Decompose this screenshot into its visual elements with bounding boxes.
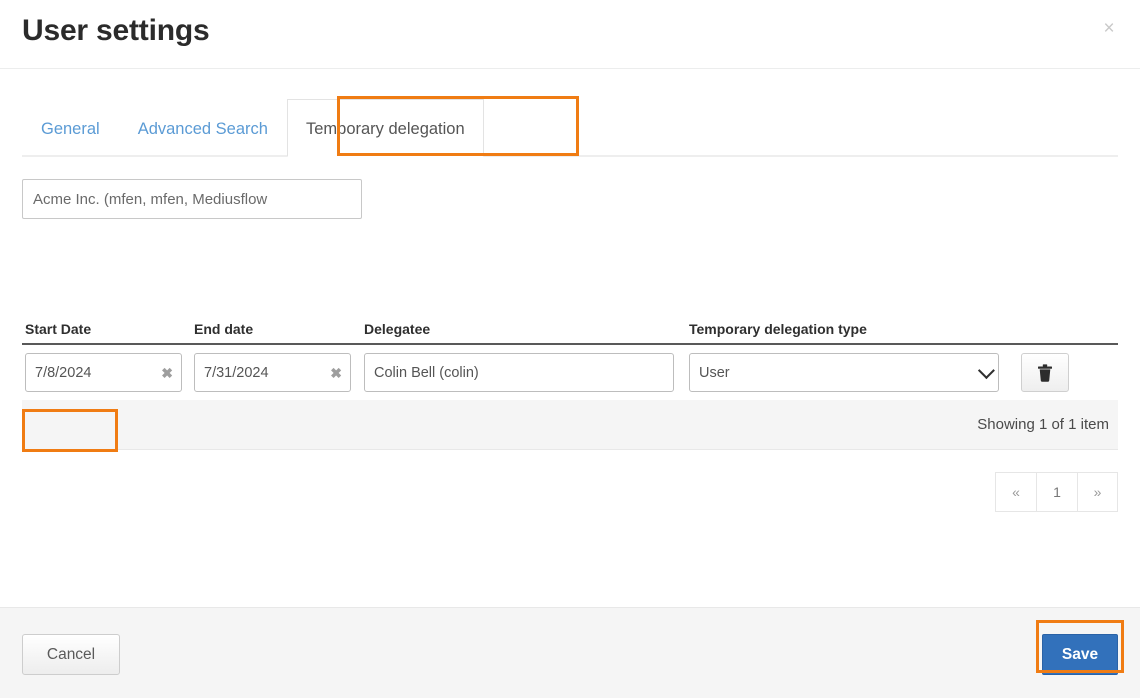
- tab-temporary-delegation[interactable]: Temporary delegation: [287, 99, 484, 157]
- cancel-button[interactable]: Cancel: [22, 634, 120, 675]
- table-summary: Showing 1 of 1 item: [22, 400, 1118, 450]
- page-title: User settings: [22, 14, 209, 48]
- table-header-row: Start Date End date Delegatee Temporary …: [22, 307, 1118, 345]
- close-icon[interactable]: ×: [1100, 20, 1118, 38]
- end-date-input[interactable]: 7/31/2024 ✖: [194, 353, 351, 392]
- start-date-input[interactable]: 7/8/2024 ✖: [25, 353, 182, 392]
- cell-end-date: 7/31/2024 ✖: [194, 353, 364, 392]
- dialog-footer: Cancel Save: [0, 607, 1140, 698]
- delegatee-value: Colin Bell (colin): [374, 365, 479, 381]
- save-button[interactable]: Save: [1042, 634, 1118, 675]
- delegation-table: Start Date End date Delegatee Temporary …: [22, 307, 1118, 512]
- table-summary-text: Showing 1 of 1 item: [977, 416, 1109, 433]
- column-header-delegatee: Delegatee: [364, 321, 689, 337]
- cell-delegation-type: User: [689, 353, 1118, 392]
- tab-general[interactable]: General: [22, 99, 119, 157]
- delegation-type-value: User: [699, 365, 730, 381]
- chevron-down-icon: [978, 362, 995, 379]
- delete-row-button[interactable]: [1021, 353, 1069, 392]
- company-search-input[interactable]: [22, 179, 362, 219]
- user-settings-dialog: User settings × General Advanced Search …: [0, 0, 1140, 698]
- cell-start-date: 7/8/2024 ✖: [22, 353, 194, 392]
- dialog-body: ✚ Add Start Date End date Delegatee Temp…: [0, 157, 1140, 607]
- dialog-header: User settings ×: [0, 0, 1140, 69]
- start-date-value: 7/8/2024: [35, 365, 91, 381]
- tab-advanced-search[interactable]: Advanced Search: [119, 99, 287, 157]
- end-date-value: 7/31/2024: [204, 365, 269, 381]
- table-row: 7/8/2024 ✖ 7/31/2024 ✖ Colin Bell (colin…: [22, 345, 1118, 400]
- column-header-start-date: Start Date: [22, 321, 194, 337]
- tab-list: General Advanced Search Temporary delega…: [22, 97, 484, 157]
- pagination-page-1[interactable]: 1: [1036, 472, 1077, 512]
- pagination-next-button[interactable]: »: [1077, 472, 1118, 512]
- column-header-end-date: End date: [194, 321, 364, 337]
- trash-icon: [1037, 364, 1053, 382]
- column-header-delegation-type: Temporary delegation type: [689, 321, 1118, 337]
- clear-start-date-icon[interactable]: ✖: [161, 366, 173, 380]
- delegatee-input[interactable]: Colin Bell (colin): [364, 353, 674, 392]
- delegation-type-select[interactable]: User: [689, 353, 999, 392]
- tab-bar: General Advanced Search Temporary delega…: [0, 69, 1140, 157]
- pagination: « 1 »: [22, 472, 1118, 512]
- pagination-prev-button[interactable]: «: [995, 472, 1036, 512]
- clear-end-date-icon[interactable]: ✖: [330, 366, 342, 380]
- cell-delegatee: Colin Bell (colin): [364, 353, 689, 392]
